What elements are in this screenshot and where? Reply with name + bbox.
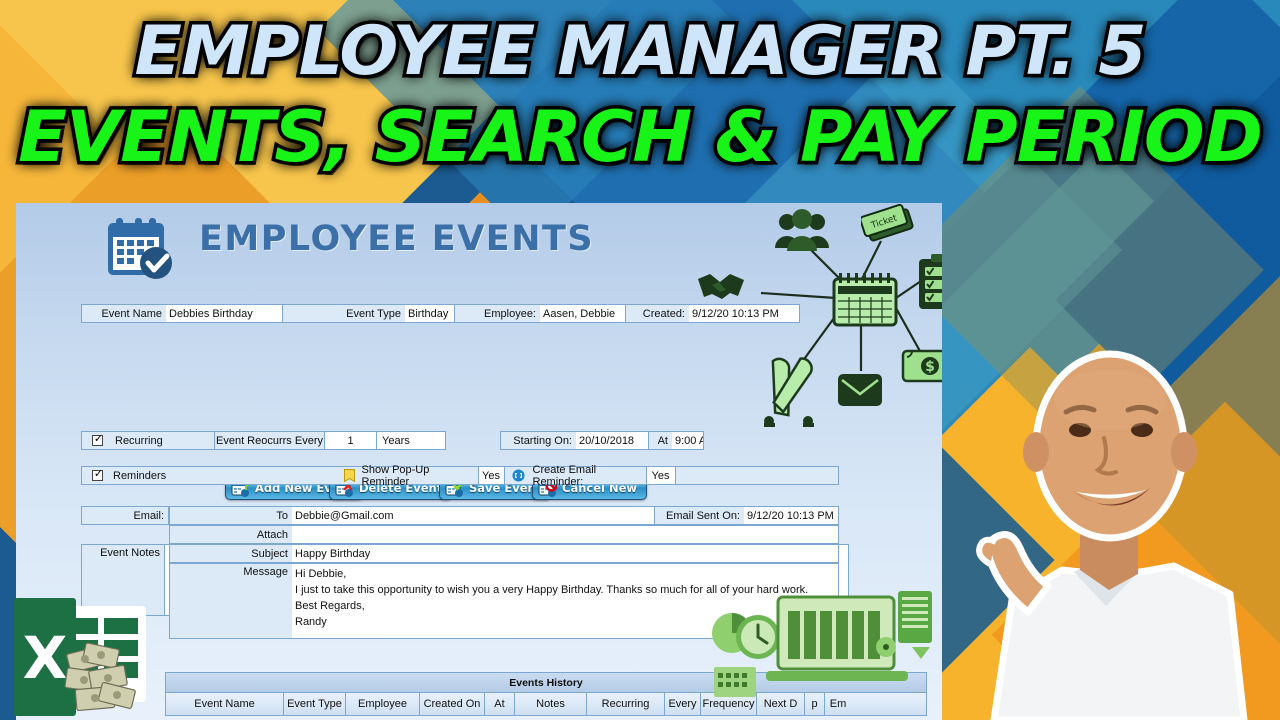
svg-text:X: X [23,624,68,692]
recurring-row: Recurring Event Reocurrs Every 1 Years [81,431,446,450]
excel-icon: X [14,598,146,716]
svg-text:$: $ [925,359,935,375]
email-attach-value[interactable] [292,526,838,543]
email-reminder-label: Create Email Reminder: [532,464,646,488]
email-to-row[interactable]: To Debbie@Gmail.com Email Sent On: 9/12/… [169,506,839,525]
email-to-value[interactable]: Debbie@Gmail.com [292,507,654,524]
party-popper-icon [764,357,814,427]
calendar-icon [832,273,898,327]
email-message-label: Message [170,564,292,638]
title-line-1: EMPLOYEE MANAGER PT. 5 [131,10,1150,93]
reminders-row: Reminders Show Pop-Up Reminder Yes Creat… [81,464,839,488]
handshake-icon [698,274,744,299]
created-label: Created: [626,305,689,322]
event-type-label: Event Type [283,305,405,322]
recurring-checkbox[interactable] [92,433,104,446]
business-analytics-icon [712,591,932,697]
email-section-label-box: Email: [81,506,169,525]
column-header[interactable]: Recurring [587,693,665,715]
at-value[interactable]: 9:00 AM [672,432,703,449]
column-header[interactable]: Created On [420,693,485,715]
outlook-icon [512,469,525,482]
employee-label: Employee: [455,305,540,322]
reminders-checkbox[interactable] [92,468,104,481]
column-header[interactable]: At [485,693,515,715]
email-sent-on-label: Email Sent On: [654,507,744,524]
event-name-value[interactable]: Debbies Birthday [166,305,285,322]
reminders-label: Reminders [113,469,167,482]
message-line: Hi Debbie, [295,568,347,580]
email-reminder-value[interactable]: Yes [645,467,676,484]
column-header[interactable]: Every [665,693,701,715]
ticket-icon: Ticket [861,203,914,242]
email-section-label: Email: [82,507,168,524]
column-header[interactable]: Event Type [284,693,346,715]
email-subject-value[interactable]: Happy Birthday [292,545,838,562]
created-value: 9/12/20 10:13 PM [689,305,799,322]
employee-field[interactable]: Employee: Aasen, Debbie [454,304,645,323]
title-line-2: EVENTS, SEARCH & PAY PERIOD [15,95,1267,180]
recurs-every-label: Event Reocurrs Every [214,432,324,449]
email-attach-label: Attach [170,526,292,543]
email-subject-row[interactable]: Subject Happy Birthday [169,544,839,563]
video-title-banner: EMPLOYEE MANAGER PT. 5 EVENTS, SEARCH & … [0,0,1280,195]
at-label: At [648,432,672,449]
recurring-label: Recurring [115,434,163,447]
message-line: Best Regards, [295,600,365,612]
email-to-label: To [170,507,292,524]
note-icon [344,469,355,482]
money-bill-icon: $ [901,349,942,383]
email-subject-label: Subject [170,545,292,562]
people-group-icon [775,209,829,251]
starting-on-label: Starting On: [501,432,576,449]
starting-on-row: Starting On: 20/10/2018 At 9:00 AM [500,431,704,450]
email-sent-on-value: 9/12/20 10:13 PM [744,507,838,524]
event-name-field[interactable]: Event Name Debbies Birthday [81,304,286,323]
clipboard-checklist-icon [919,254,942,309]
column-header[interactable]: Event Name [166,693,284,715]
email-attach-row[interactable]: Attach [169,525,839,544]
presenter-photo [976,350,1248,720]
calendar-check-icon [108,218,172,279]
column-header[interactable]: Employee [346,693,420,715]
message-line: Randy [295,616,327,628]
event-name-label: Event Name [82,305,166,322]
page-title: EMPLOYEE EVENTS [199,219,595,259]
column-header[interactable]: Notes [515,693,587,715]
recurs-frequency-value[interactable]: Years [376,432,445,449]
envelope-icon [838,374,882,406]
starting-on-value[interactable]: 20/10/2018 [576,432,648,449]
popup-reminder-label: Show Pop-Up Reminder [358,464,478,488]
recurs-every-value[interactable]: 1 [324,432,376,449]
popup-reminder-value[interactable]: Yes [477,467,505,484]
